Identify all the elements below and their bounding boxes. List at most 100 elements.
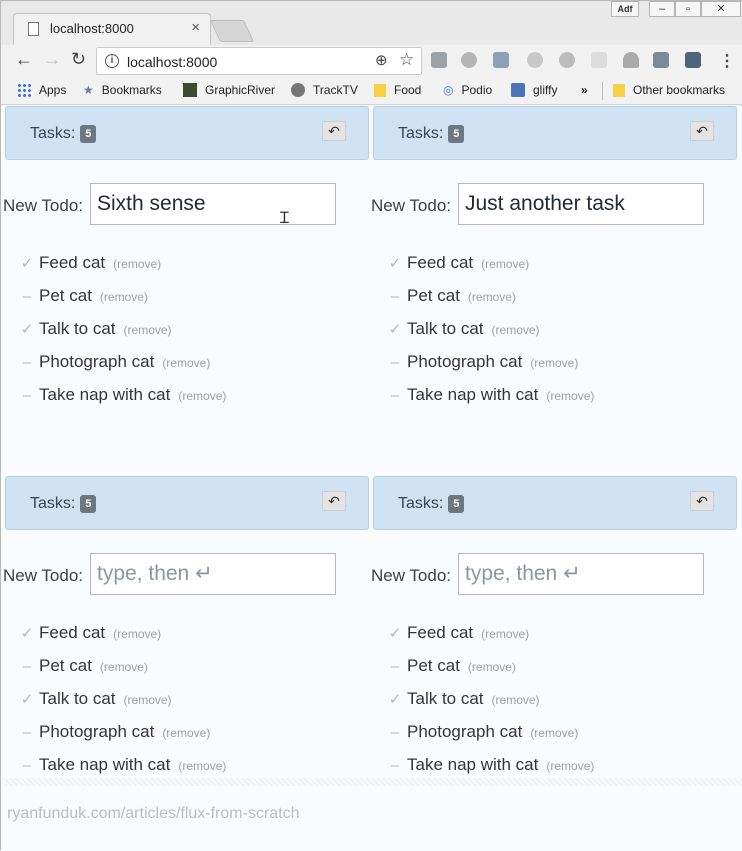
reload-icon[interactable]: ↻ [71,49,86,70]
todo-text[interactable]: Pet cat [407,286,460,305]
dash-icon[interactable]: – [15,658,39,675]
todo-text[interactable]: Feed cat [39,253,105,272]
check-icon[interactable]: ✓ [383,624,407,642]
dash-icon[interactable]: – [383,387,407,404]
menu-dots-icon[interactable]: ⋮ [719,51,735,71]
todo-text[interactable]: Photograph cat [407,722,522,741]
zoom-icon[interactable]: ⊕ [375,51,388,69]
dash-icon[interactable]: – [383,724,407,741]
todo-text[interactable]: Talk to cat [407,689,484,708]
remove-link[interactable]: (remove) [100,660,148,674]
circle-extension-icon[interactable] [527,52,543,68]
camera-extension-icon[interactable] [431,52,447,68]
grid-extension-icon[interactable] [591,52,607,68]
address-bar[interactable]: i localhost:8000 ⊕ ☆ [96,47,422,75]
todo-text[interactable]: Talk to cat [39,689,116,708]
footer-link[interactable]: ryanfunduk.com/articles/flux-from-scratc… [7,805,300,823]
dash-icon[interactable]: – [15,354,39,371]
remove-link[interactable]: (remove) [481,627,529,641]
remove-link[interactable]: (remove) [178,389,226,403]
remove-link[interactable]: (remove) [492,693,540,707]
maximize-icon[interactable]: ▫ [675,1,701,17]
dash-icon[interactable]: – [383,658,407,675]
forward-arrow-icon[interactable]: → [43,49,61,70]
todo-text[interactable]: Pet cat [39,656,92,675]
remove-link[interactable]: (remove) [113,627,161,641]
remove-link[interactable]: (remove) [124,323,172,337]
dash-icon[interactable]: – [383,288,407,305]
dash-icon[interactable]: – [15,724,39,741]
remove-link[interactable]: (remove) [113,257,161,271]
todo-text[interactable]: Feed cat [407,253,473,272]
dash-icon[interactable]: – [15,757,39,774]
check-icon[interactable]: ✓ [15,690,39,708]
check-icon[interactable]: ✓ [15,320,39,338]
translate-extension-icon[interactable] [493,52,509,68]
remove-link[interactable]: (remove) [162,356,210,370]
check-icon[interactable]: ✓ [15,254,39,272]
new-todo-input[interactable] [90,183,336,225]
remove-link[interactable]: (remove) [124,693,172,707]
bookmark-bookmarks[interactable]: ★ Bookmarks [83,83,162,97]
remove-link[interactable]: (remove) [530,726,578,740]
bookmark-food[interactable]: Food [374,83,421,97]
todo-text[interactable]: Pet cat [407,656,460,675]
todo-text[interactable]: Take nap with cat [39,755,170,774]
close-tab-icon[interactable]: × [191,19,200,36]
todo-text[interactable]: Take nap with cat [39,385,170,404]
todo-text[interactable]: Feed cat [39,623,105,642]
todo-text[interactable]: Talk to cat [407,319,484,338]
a-extension-icon[interactable] [559,52,575,68]
todo-text[interactable]: Photograph cat [39,352,154,371]
remove-link[interactable]: (remove) [546,759,594,773]
check-icon[interactable]: ✓ [383,320,407,338]
todo-text[interactable]: Feed cat [407,623,473,642]
new-todo-input[interactable] [90,553,336,595]
check-icon[interactable]: ✓ [383,690,407,708]
remove-link[interactable]: (remove) [100,290,148,304]
todo-text[interactable]: Photograph cat [407,352,522,371]
image-extension-icon[interactable] [653,52,669,68]
bulb-extension-icon[interactable] [623,52,639,68]
todo-text[interactable]: Pet cat [39,286,92,305]
undo-icon[interactable]: ↶ [690,491,714,511]
bookmark-podio[interactable]: ◎ Podio [443,83,492,97]
todo-text[interactable]: Photograph cat [39,722,154,741]
bookmark-graphicriver[interactable]: GraphicRiver [183,83,275,97]
minimize-icon[interactable]: – [649,1,675,17]
info-icon[interactable]: i [105,54,119,68]
bookmarks-overflow-button[interactable]: » [581,83,588,97]
dash-icon[interactable]: – [15,387,39,404]
new-todo-input[interactable] [458,553,704,595]
bookmark-other[interactable]: Other bookmarks [613,83,725,97]
tab-localhost[interactable]: localhost:8000 × [13,13,211,45]
dash-icon[interactable]: – [383,354,407,371]
ad-profile-button[interactable]: Adf [611,1,639,17]
todo-text[interactable]: Take nap with cat [407,385,538,404]
undo-icon[interactable]: ↶ [690,121,714,141]
remove-link[interactable]: (remove) [468,290,516,304]
bookmark-tracktv[interactable]: TrackTV [291,83,358,97]
check-icon[interactable]: ✓ [383,254,407,272]
bookmark-apps[interactable]: Apps [17,83,66,97]
dash-icon[interactable]: – [15,288,39,305]
binary-extension-icon[interactable] [685,52,701,68]
new-todo-input[interactable] [458,183,704,225]
remove-link[interactable]: (remove) [492,323,540,337]
remove-link[interactable]: (remove) [481,257,529,271]
remove-link[interactable]: (remove) [468,660,516,674]
remove-link[interactable]: (remove) [546,389,594,403]
dash-icon[interactable]: – [383,757,407,774]
back-arrow-icon[interactable]: ← [15,49,33,70]
undo-icon[interactable]: ↶ [322,121,346,141]
bookmark-gliffy[interactable]: gliffy [511,83,557,97]
remove-link[interactable]: (remove) [530,356,578,370]
check-icon[interactable]: ✓ [15,624,39,642]
undo-icon[interactable]: ↶ [322,491,346,511]
remove-link[interactable]: (remove) [162,726,210,740]
todo-text[interactable]: Take nap with cat [407,755,538,774]
todo-text[interactable]: Talk to cat [39,319,116,338]
remove-link[interactable]: (remove) [178,759,226,773]
new-tab-button[interactable] [209,20,255,42]
gear-extension-icon[interactable] [461,52,477,68]
